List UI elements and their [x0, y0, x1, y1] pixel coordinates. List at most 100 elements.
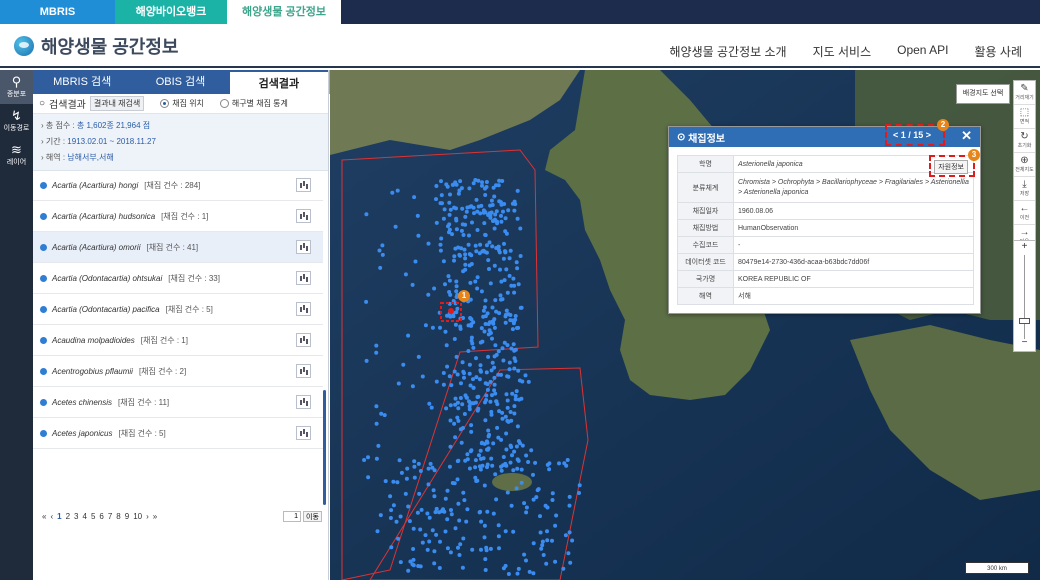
chart-icon[interactable] [296, 271, 311, 285]
collection-point[interactable] [455, 415, 460, 420]
collection-point[interactable] [577, 491, 581, 495]
reset-button[interactable]: ↻ 초기화 [1014, 129, 1035, 153]
collection-point[interactable] [487, 328, 492, 333]
collection-point[interactable] [482, 221, 487, 226]
collection-point[interactable] [406, 568, 411, 573]
page-4[interactable]: 4 [81, 512, 87, 521]
collection-point[interactable] [483, 193, 488, 197]
collection-point[interactable] [455, 306, 460, 311]
collection-point[interactable] [417, 491, 422, 496]
collection-point[interactable] [380, 252, 385, 257]
collection-point[interactable] [478, 242, 483, 247]
collection-point[interactable] [439, 179, 443, 184]
collection-point[interactable] [460, 402, 465, 407]
collection-point[interactable] [533, 460, 538, 465]
collection-point[interactable] [445, 184, 450, 189]
collection-point[interactable] [524, 505, 529, 510]
collection-point[interactable] [504, 463, 509, 468]
collection-point[interactable] [479, 519, 484, 524]
collection-point[interactable] [484, 370, 489, 375]
collection-point[interactable] [423, 323, 428, 328]
collection-point[interactable] [441, 371, 446, 375]
nav-use-cases[interactable]: 활용 사례 [975, 43, 1023, 60]
collection-point[interactable] [501, 358, 506, 363]
collection-point[interactable] [497, 199, 502, 204]
collection-point[interactable] [475, 408, 480, 413]
collection-point[interactable] [454, 182, 459, 187]
nav-open-api[interactable]: Open API [897, 43, 948, 60]
collection-point[interactable] [469, 322, 474, 327]
collection-point[interactable] [504, 431, 509, 436]
chart-icon[interactable] [296, 209, 311, 223]
collection-point[interactable] [565, 458, 570, 462]
collection-point[interactable] [426, 482, 431, 487]
collection-point[interactable] [445, 488, 450, 493]
first-page-button[interactable]: « [41, 512, 47, 521]
collection-point[interactable] [416, 354, 421, 359]
list-item[interactable]: Acartia (Odontacartia) ohtsukai [채집 건수 : … [33, 263, 323, 294]
collection-point[interactable] [489, 456, 494, 461]
collection-point[interactable] [453, 435, 458, 440]
collection-point[interactable] [513, 393, 518, 398]
collection-point[interactable] [447, 227, 452, 232]
collection-point[interactable] [504, 392, 509, 397]
collection-point[interactable] [461, 233, 466, 237]
collection-point[interactable] [481, 308, 486, 313]
collection-point[interactable] [456, 406, 461, 411]
collection-point[interactable] [503, 314, 508, 319]
collection-point[interactable] [540, 543, 545, 548]
collection-point[interactable] [483, 381, 488, 386]
collection-point[interactable] [455, 372, 460, 377]
collection-point[interactable] [467, 263, 472, 268]
collection-point[interactable] [482, 305, 487, 310]
collection-point[interactable] [570, 538, 575, 543]
collection-point[interactable] [505, 398, 510, 403]
collection-point[interactable] [447, 222, 452, 227]
collection-point[interactable] [480, 183, 484, 188]
collection-point[interactable] [538, 514, 542, 519]
tab-obis-search[interactable]: OBIS 검색 [131, 70, 230, 94]
nav-intro[interactable]: 해양생물 공간정보 소개 [670, 43, 787, 60]
collection-point[interactable] [494, 497, 499, 502]
collection-point[interactable] [454, 227, 459, 232]
collection-point[interactable] [378, 265, 383, 270]
collection-point[interactable] [492, 365, 497, 370]
collection-point[interactable] [374, 456, 379, 461]
collection-point[interactable] [463, 214, 468, 219]
collection-point[interactable] [391, 503, 396, 508]
collection-point[interactable] [456, 245, 461, 250]
collection-point[interactable] [428, 461, 433, 466]
collection-point[interactable] [490, 463, 495, 468]
collection-point[interactable] [492, 354, 497, 359]
collection-point[interactable] [485, 387, 490, 392]
collection-point[interactable] [447, 200, 452, 205]
collection-point[interactable] [439, 236, 444, 241]
collection-point[interactable] [406, 504, 411, 509]
collection-point[interactable] [499, 468, 504, 473]
collection-point[interactable] [433, 510, 438, 515]
collection-point[interactable] [410, 384, 415, 389]
collection-point[interactable] [518, 226, 523, 231]
collection-point[interactable] [508, 248, 513, 253]
collection-point[interactable] [438, 248, 443, 253]
collection-point[interactable] [513, 314, 518, 318]
collection-point[interactable] [561, 566, 566, 571]
collection-point[interactable] [453, 322, 458, 327]
collection-point[interactable] [416, 564, 421, 568]
collection-point[interactable] [441, 216, 446, 221]
collection-point[interactable] [460, 565, 465, 570]
collection-point[interactable] [540, 539, 545, 544]
collection-point[interactable] [419, 507, 424, 512]
collection-point[interactable] [488, 379, 493, 384]
collection-point[interactable] [484, 545, 489, 550]
collection-point[interactable] [474, 479, 479, 483]
last-page-button[interactable]: » [152, 512, 158, 521]
tab-search-results[interactable]: 검색결과 [229, 70, 328, 94]
collection-point[interactable] [490, 305, 495, 310]
collection-point[interactable] [478, 448, 483, 453]
collection-point[interactable] [454, 354, 459, 359]
collection-point[interactable] [489, 198, 494, 203]
collection-point[interactable] [518, 441, 522, 446]
collection-point[interactable] [511, 276, 516, 281]
collection-point[interactable] [516, 368, 521, 373]
